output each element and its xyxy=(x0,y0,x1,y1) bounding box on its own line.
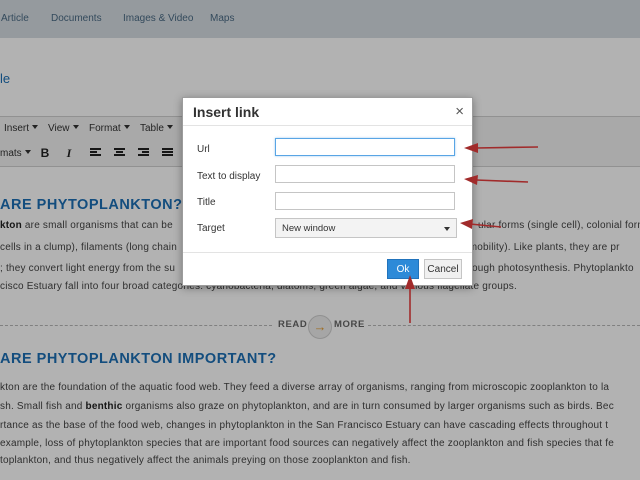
divider xyxy=(183,125,472,126)
url-label: Url xyxy=(197,144,210,155)
target-select-value: New window xyxy=(282,223,336,234)
ok-button[interactable]: Ok xyxy=(387,259,419,279)
title-label: Title xyxy=(197,197,216,208)
text-to-display-label: Text to display xyxy=(197,171,261,182)
cancel-button[interactable]: Cancel xyxy=(424,259,462,279)
close-icon[interactable]: × xyxy=(455,103,464,120)
title-input[interactable] xyxy=(275,192,455,210)
target-label: Target xyxy=(197,223,225,234)
text-to-display-input[interactable] xyxy=(275,165,455,183)
insert-link-dialog: Insert link × Url Text to display Title … xyxy=(182,97,473,286)
url-input[interactable] xyxy=(275,138,455,156)
dialog-title: Insert link xyxy=(193,104,260,120)
chevron-down-icon xyxy=(444,227,450,231)
dialog-footer: Ok Cancel xyxy=(183,252,472,286)
target-select[interactable]: New window xyxy=(275,218,457,238)
